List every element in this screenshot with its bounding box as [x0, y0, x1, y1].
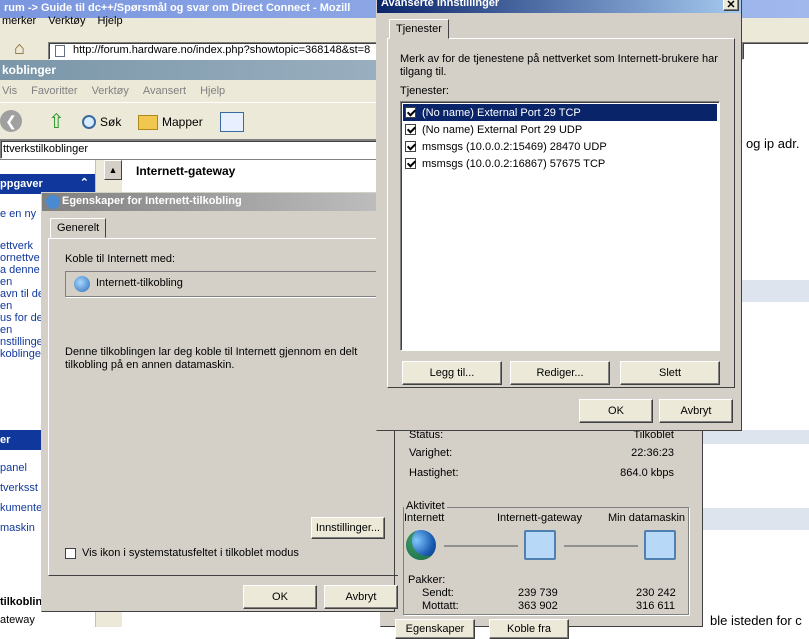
- page-icon: [55, 45, 65, 57]
- computer-label: Min datamaskin: [608, 512, 686, 524]
- connect-label: Koble til Internett med:: [65, 253, 176, 265]
- gateway-computer-icon: [524, 530, 556, 560]
- search-label: Søk: [100, 115, 122, 129]
- properties-title: Egenskaper for Internett-tilkobling: [42, 193, 394, 211]
- service-checkbox[interactable]: [405, 141, 416, 152]
- service-checkbox[interactable]: [405, 124, 416, 135]
- service-label: msmsgs (10.0.0.2:15469) 28470 UDP: [422, 140, 607, 153]
- folders-label: Mapper: [162, 115, 203, 129]
- menu-tools[interactable]: Verktøy: [48, 15, 85, 29]
- back-arrow-icon[interactable]: ❮: [0, 110, 22, 132]
- search-icon: [82, 115, 96, 129]
- delete-service-button[interactable]: Slett: [620, 361, 720, 385]
- connection-name: Internett-tilkobling: [96, 277, 183, 289]
- service-checkbox[interactable]: [405, 107, 416, 118]
- menu-help-explorer[interactable]: Hjelp: [200, 85, 225, 97]
- service-item[interactable]: (No name) External Port 29 UDP: [403, 121, 717, 138]
- received-gateway-value: 363 902: [518, 600, 558, 612]
- connection-line: [444, 545, 518, 547]
- general-tab-panel: Koble til Internett med: Internett-tilko…: [48, 238, 398, 576]
- tab-services[interactable]: Tjenester: [389, 19, 449, 39]
- menu-favorites[interactable]: Favoritter: [31, 85, 77, 97]
- internet-label: Internett: [404, 512, 445, 524]
- column-scroll-up[interactable]: ▲: [104, 160, 122, 180]
- explorer-address-text: ttverkstilkoblinger: [3, 143, 88, 155]
- gateway-label: Internett-gateway: [497, 512, 582, 524]
- up-folder-icon[interactable]: ⇧: [48, 109, 70, 133]
- home-icon[interactable]: ⌂: [14, 38, 36, 58]
- column-header[interactable]: Internett-gateway: [136, 164, 235, 178]
- advanced-cancel-button[interactable]: Avbryt: [659, 399, 733, 423]
- service-item[interactable]: (No name) External Port 29 TCP: [403, 104, 717, 121]
- connection-line-2: [564, 545, 638, 547]
- forum-text-2: ble isteden for c: [710, 613, 802, 628]
- my-computer-icon: [644, 530, 676, 560]
- properties-cancel-button[interactable]: Avbryt: [324, 585, 398, 609]
- service-item[interactable]: msmsgs (10.0.0.2:16867) 57675 TCP: [403, 155, 717, 172]
- status-dialog: Status: Tilkoblet Varighet: 22:36:23 Has…: [380, 420, 703, 639]
- duration-label: Varighet:: [409, 447, 453, 459]
- forum-bar-3: [700, 508, 809, 530]
- menu-tools-explorer[interactable]: Verktøy: [92, 85, 129, 97]
- menu-bookmarks[interactable]: merker: [2, 15, 36, 29]
- service-item[interactable]: msmsgs (10.0.0.2:15469) 28470 UDP: [403, 138, 717, 155]
- status-properties-button[interactable]: Egenskaper: [395, 619, 475, 639]
- services-list[interactable]: (No name) External Port 29 TCP (No name)…: [400, 101, 720, 351]
- service-label: (No name) External Port 29 UDP: [422, 123, 583, 136]
- description-text: Denne tilkoblingen lar deg koble til Int…: [65, 346, 358, 371]
- url-bar-right[interactable]: [742, 42, 809, 60]
- url-bar[interactable]: http://forum.hardware.no/index.php?showt…: [48, 42, 388, 60]
- menu-help[interactable]: Hjelp: [98, 15, 123, 29]
- advanced-title: Avanserte innstillinger ✕: [377, 0, 741, 13]
- tray-checkbox-box[interactable]: [65, 547, 76, 559]
- service-label: msmsgs (10.0.0.2:16867) 57675 TCP: [422, 157, 606, 170]
- views-icon[interactable]: [220, 112, 244, 132]
- tasks-header: ppgaver ⌃: [0, 174, 95, 194]
- network-icon: [46, 195, 60, 209]
- sent-gateway-value: 239 739: [518, 587, 558, 599]
- bottom-item[interactable]: ateway: [0, 614, 35, 626]
- folders-button[interactable]: Mapper: [138, 112, 203, 132]
- sent-label: Sendt:: [422, 587, 454, 599]
- tray-checkbox-label: Vis ikon i systemstatusfeltet i tilkoble…: [82, 547, 299, 559]
- properties-ok-button[interactable]: OK: [243, 585, 317, 609]
- speed-value: 864.0 kbps: [620, 467, 674, 479]
- advanced-description: Merk av for de tjenestene på nettverket …: [400, 53, 718, 78]
- forum-bar-2: [700, 430, 809, 444]
- received-computer-value: 316 611: [636, 600, 675, 612]
- tray-icon-checkbox[interactable]: Vis ikon i systemstatusfeltet i tilkoble…: [65, 547, 299, 559]
- folder-icon: [138, 114, 158, 130]
- packets-label: Pakker:: [408, 574, 446, 586]
- close-icon[interactable]: ✕: [723, 0, 739, 11]
- settings-button[interactable]: Innstillinger...: [311, 517, 385, 539]
- advanced-ok-button[interactable]: OK: [579, 399, 653, 423]
- services-label: Tjenester:: [400, 85, 449, 97]
- properties-dialog: Egenskaper for Internett-tilkobling Gene…: [41, 192, 398, 612]
- status-disconnect-button[interactable]: Koble fra: [489, 619, 569, 639]
- service-checkbox[interactable]: [405, 158, 416, 169]
- sent-computer-value: 230 242: [636, 587, 676, 599]
- menu-advanced[interactable]: Avansert: [143, 85, 186, 97]
- search-button[interactable]: Søk: [82, 112, 121, 132]
- connection-box: Internett-tilkobling: [65, 271, 395, 297]
- add-service-button[interactable]: Legg til...: [402, 361, 502, 385]
- service-label: (No name) External Port 29 TCP: [422, 106, 581, 119]
- tab-general[interactable]: Generelt: [50, 218, 107, 238]
- edit-service-button[interactable]: Rediger...: [510, 361, 610, 385]
- globe-icon: [406, 530, 436, 560]
- activity-group: Aktivitet Internett Internett-gateway Mi…: [403, 500, 689, 615]
- services-tab-panel: Merk av for de tjenestene på nettverket …: [387, 38, 735, 388]
- advanced-settings-dialog: Avanserte innstillinger ✕ Tjenester Merk…: [376, 0, 742, 431]
- forum-text-1: r og ip adr.: [738, 136, 800, 151]
- received-label: Mottatt:: [422, 600, 459, 612]
- speed-label: Hastighet:: [409, 467, 459, 479]
- url-text: http://forum.hardware.no/index.php?showt…: [73, 44, 371, 56]
- duration-value: 22:36:23: [631, 447, 674, 459]
- collapse-icon[interactable]: ⌃: [80, 176, 89, 189]
- activity-label: Aktivitet: [404, 500, 447, 512]
- bottom-header: tilkoblin: [0, 596, 43, 608]
- connection-icon: [74, 276, 90, 292]
- menu-view[interactable]: Vis: [2, 85, 17, 97]
